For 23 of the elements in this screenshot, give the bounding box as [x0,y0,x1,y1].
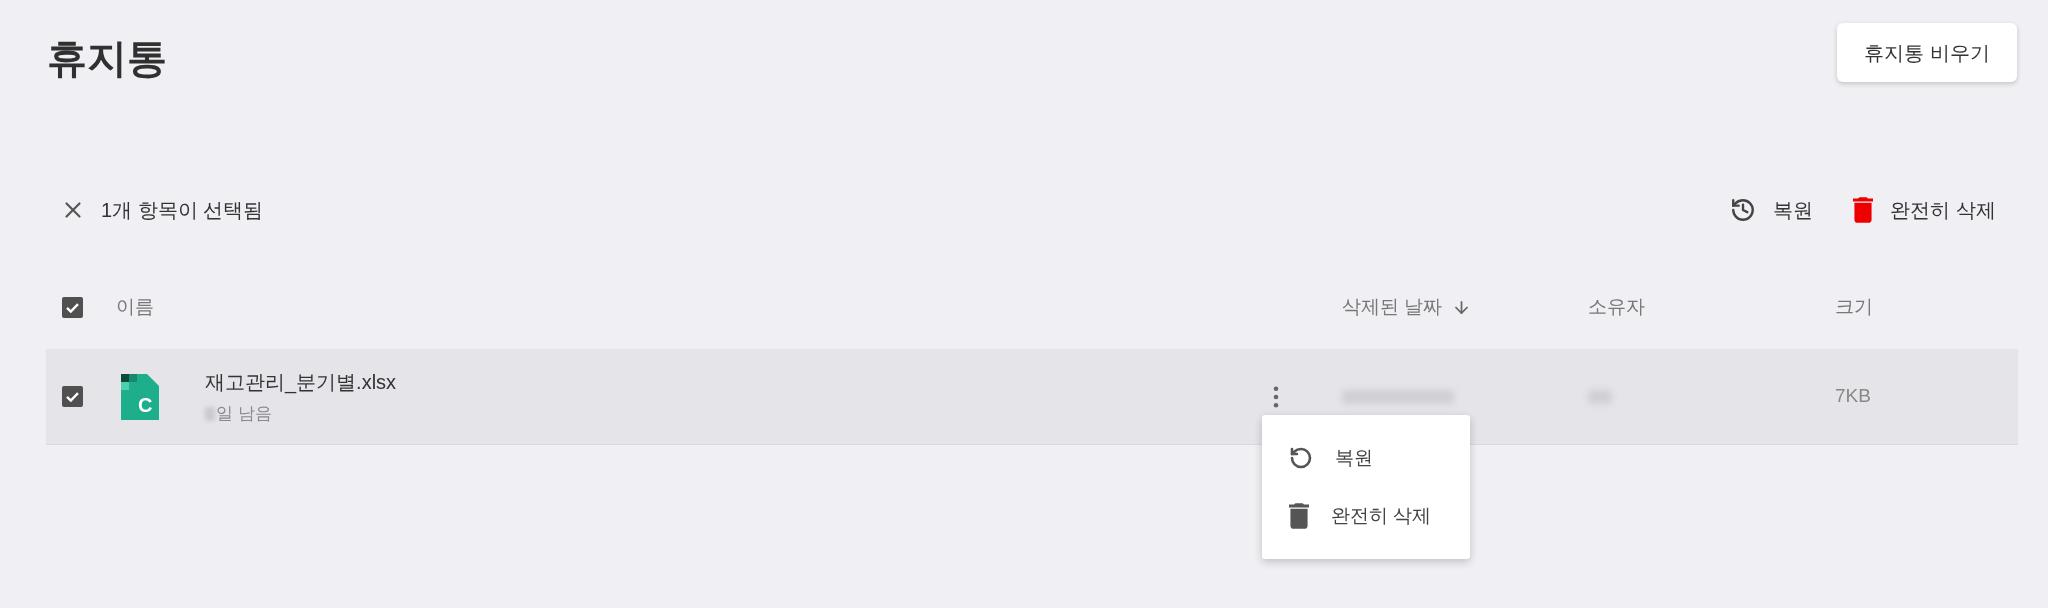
checkbox[interactable] [62,386,83,407]
column-header[interactable]: 크기 [1835,292,1873,322]
checkbox[interactable] [62,296,83,318]
column-header[interactable]: 소유자 [1588,292,1645,322]
trash-icon [1853,197,1874,223]
empty-trash-button[interactable]: 휴지통 비우기 [1837,23,2017,82]
selection-count: 1개 항목이 선택됨 [101,198,264,223]
column-header[interactable]: 이름 [116,292,154,322]
delete-forever-button[interactable]: 완전히 삭제 [1853,195,1996,225]
blurred-text [205,406,215,421]
spreadsheet-file-icon: C [121,373,159,420]
file-name: 재고관리_분기별.xlsx [205,369,397,394]
days-remaining: 일 남음 [216,403,272,424]
page-title: 휴지통 [47,35,167,82]
history-icon [1730,197,1757,223]
column-header[interactable]: 삭제된 날짜 [1342,292,1472,322]
trash-icon [1289,503,1309,529]
menu-item[interactable]: 완전히 삭제 [1262,487,1470,545]
file-size: 7KB [1835,384,1871,409]
more-options-icon[interactable] [1272,385,1280,408]
restore-button[interactable]: 복원 [1730,195,1814,225]
undo-icon [1289,446,1313,470]
file-row[interactable]: C 재고관리_분기별.xlsx 일 남음 7KB [46,349,2018,445]
